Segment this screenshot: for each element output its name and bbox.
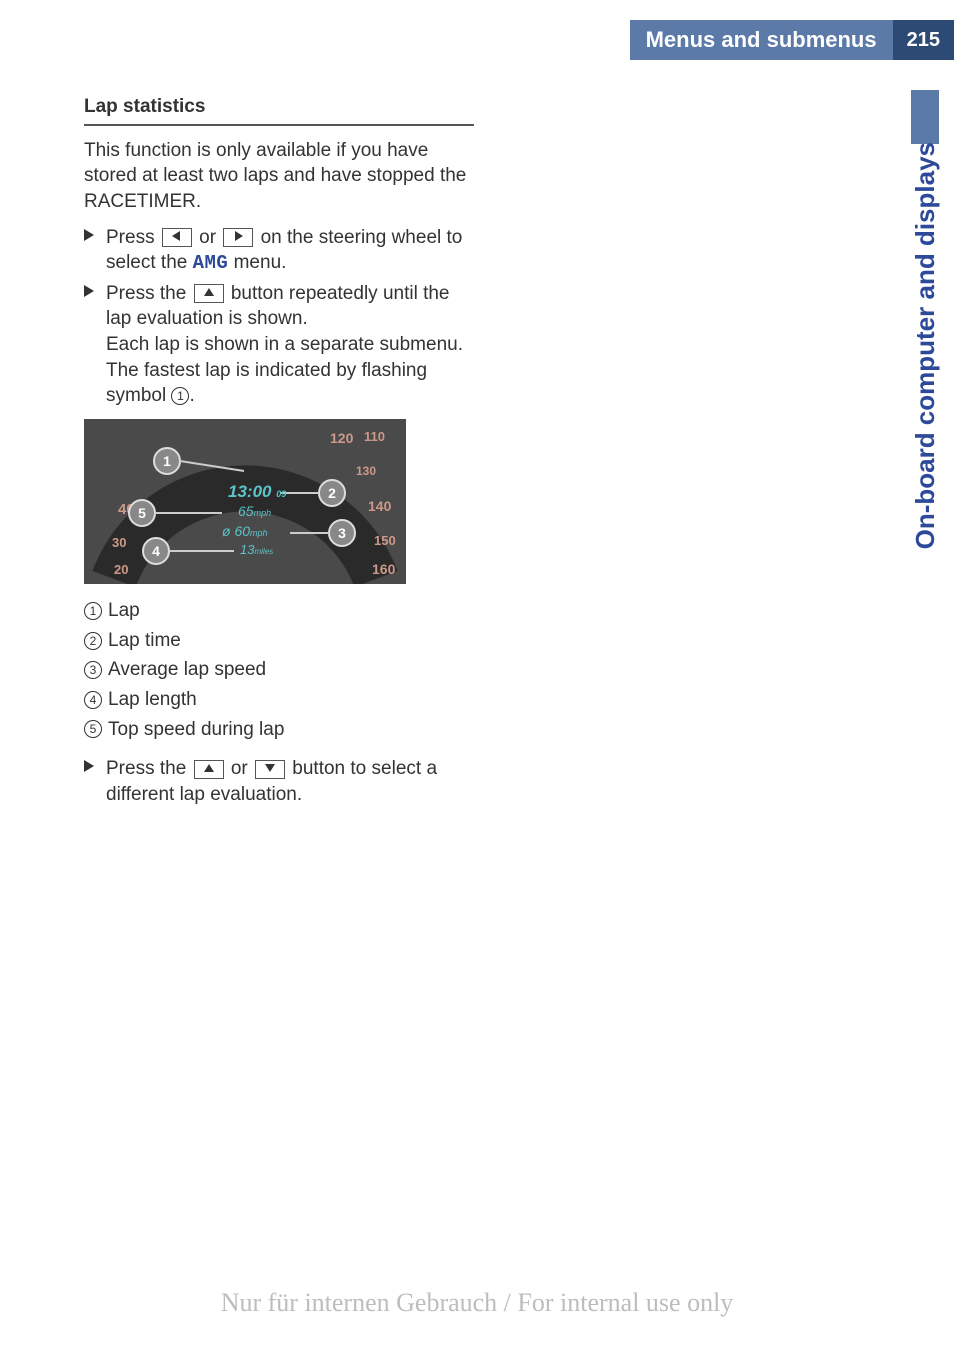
circled-2: 2 <box>84 632 102 650</box>
step-2-extra-tail: . <box>189 385 194 406</box>
arrow-bullet-icon <box>84 760 94 772</box>
circled-1: 1 <box>84 602 102 620</box>
circled-1-inline: 1 <box>171 387 189 405</box>
svg-text:3: 3 <box>338 525 346 541</box>
legend-label-5: Top speed during lap <box>108 717 284 743</box>
intro-paragraph: This function is only available if you h… <box>84 138 474 215</box>
right-button-icon <box>223 228 253 247</box>
step-1: Press or on the steering wheel to select… <box>84 225 474 277</box>
watermark: Nur für internen Gebrauch / For internal… <box>0 1288 954 1318</box>
svg-text:2: 2 <box>328 485 336 501</box>
step-1-text-c: menu. <box>234 252 287 273</box>
scale-110: 110 <box>364 429 385 444</box>
page-number: 215 <box>893 20 954 60</box>
side-tab-label: On-board computer and displays <box>910 142 941 557</box>
circled-3: 3 <box>84 661 102 679</box>
step-3: Press the or button to select a differen… <box>84 756 474 807</box>
legend-item-5: 5 Top speed during lap <box>84 715 474 745</box>
lap-statistics-figure: 20 30 40 60 110 120 130 140 150 160 1 5 <box>84 419 406 584</box>
header-bar: Menus and submenus 215 <box>0 20 954 60</box>
down-button-icon <box>255 760 285 779</box>
step-2-extra: Each lap is shown in a separate submenu.… <box>106 332 474 409</box>
legend-item-4: 4 Lap length <box>84 685 474 715</box>
circled-5: 5 <box>84 720 102 738</box>
scale-20: 20 <box>114 562 128 577</box>
step-3-text-or: or <box>231 758 253 779</box>
legend-label-3: Average lap speed <box>108 657 266 683</box>
content-column: Lap statistics This function is only ava… <box>84 94 474 818</box>
svg-text:1: 1 <box>163 453 171 469</box>
svg-text:4: 4 <box>152 543 160 559</box>
step-2: Press the button repeatedly until the la… <box>84 281 474 409</box>
legend-item-2: 2 Lap time <box>84 626 474 656</box>
scale-130: 130 <box>356 464 376 478</box>
scale-150: 150 <box>374 533 396 548</box>
legend-item-3: 3 Average lap speed <box>84 655 474 685</box>
legend-label-2: Lap time <box>108 628 181 654</box>
left-button-icon <box>162 228 192 247</box>
section-heading: Lap statistics <box>84 94 474 126</box>
gauge-svg: 20 30 40 60 110 120 130 140 150 160 1 5 <box>84 419 406 584</box>
step-2-extra-text: Each lap is shown in a separate submenu.… <box>106 334 463 406</box>
scale-30: 30 <box>112 535 126 550</box>
arrow-bullet-icon <box>84 229 94 241</box>
step-2-text-a: Press the <box>106 283 192 304</box>
up-button-icon <box>194 284 224 303</box>
step-3-text-a: Press the <box>106 758 192 779</box>
scale-120: 120 <box>330 430 354 446</box>
legend-label-1: Lap <box>108 598 140 624</box>
legend-item-1: 1 Lap <box>84 596 474 626</box>
legend-list: 1 Lap 2 Lap time 3 Average lap speed 4 Lap l… <box>84 596 474 744</box>
svg-text:5: 5 <box>138 505 146 521</box>
side-tab: On-board computer and displays <box>906 90 944 630</box>
step-list: Press or on the steering wheel to select… <box>84 225 474 409</box>
scale-140: 140 <box>368 498 392 514</box>
step-1-text-or: or <box>199 227 221 248</box>
amg-menu-label: AMG <box>193 252 229 274</box>
side-tab-bar <box>911 90 939 144</box>
step-1-text-a: Press <box>106 227 160 248</box>
legend-label-4: Lap length <box>108 687 197 713</box>
header-title: Menus and submenus <box>630 20 893 60</box>
up-button-icon <box>194 760 224 779</box>
circled-4: 4 <box>84 691 102 709</box>
arrow-bullet-icon <box>84 285 94 297</box>
step-list-2: Press the or button to select a differen… <box>84 756 474 807</box>
scale-160: 160 <box>372 561 396 577</box>
